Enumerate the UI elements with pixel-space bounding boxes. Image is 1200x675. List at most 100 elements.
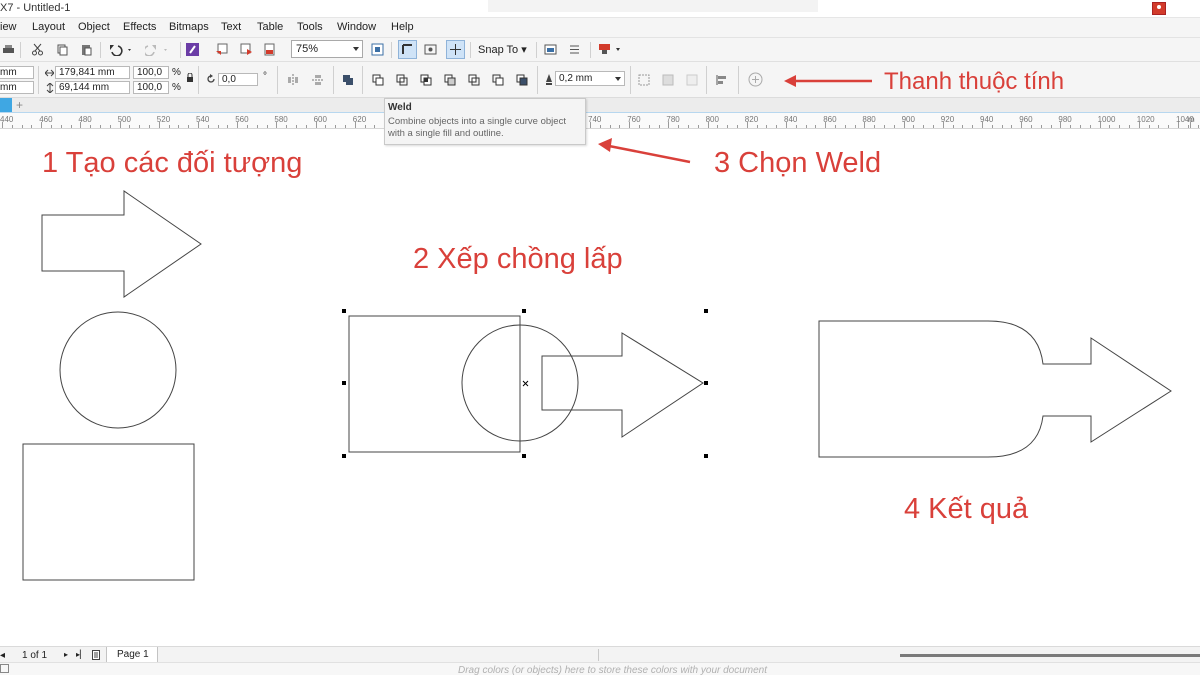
last-page-icon[interactable]: ▸▏ xyxy=(76,650,86,659)
redo-icon[interactable] xyxy=(145,43,171,56)
ruler-tick xyxy=(335,125,337,128)
menu-bitmaps[interactable]: Bitmaps xyxy=(169,21,209,33)
quick-customize-icon[interactable] xyxy=(686,74,698,86)
print-icon[interactable] xyxy=(2,43,15,56)
lock-ratio-icon[interactable] xyxy=(186,73,194,83)
outline-pen-icon xyxy=(546,74,552,85)
snap-to-button[interactable]: Snap To ▾ xyxy=(478,43,527,56)
back-minus-front-icon[interactable] xyxy=(492,74,504,86)
ruler-tick xyxy=(158,122,160,128)
overlap-rectangle[interactable] xyxy=(348,315,521,453)
menu-table[interactable]: Table xyxy=(257,21,283,33)
ruler-tick xyxy=(1070,125,1072,128)
menu-view[interactable]: iew xyxy=(0,21,17,33)
combine-icon[interactable] xyxy=(342,74,354,86)
no-color-swatch[interactable] xyxy=(0,664,9,673)
x-position-field[interactable]: mm xyxy=(0,66,34,79)
rectangle-shape[interactable] xyxy=(22,443,195,581)
outline-width-select[interactable]: 0,2 mm xyxy=(555,71,625,86)
ruler-tick xyxy=(952,125,954,128)
menu-object[interactable]: Object xyxy=(78,21,110,33)
welded-shape[interactable] xyxy=(818,320,1172,458)
application-launcher-icon[interactable] xyxy=(598,43,624,56)
tooltip-title: Weld xyxy=(388,102,412,113)
ruler-tick xyxy=(1138,122,1140,128)
mirror-horizontal-icon[interactable] xyxy=(287,74,299,86)
simplify-icon[interactable] xyxy=(444,74,456,86)
ruler-tick xyxy=(874,125,876,128)
menu-text[interactable]: Text xyxy=(221,21,241,33)
trim-icon[interactable] xyxy=(396,74,408,86)
ruler-tick xyxy=(266,125,268,128)
menu-layout[interactable]: Layout xyxy=(32,21,65,33)
first-page-icon[interactable]: ◂ xyxy=(0,650,5,661)
rotation-angle-field[interactable]: 0,0 xyxy=(218,73,258,86)
toolbar-separator xyxy=(590,42,591,58)
show-grid-icon[interactable] xyxy=(424,43,437,56)
height-field[interactable]: 69,144 mm xyxy=(55,81,130,94)
import-icon[interactable] xyxy=(215,43,228,56)
ruler-tick xyxy=(629,122,631,128)
intersect-icon[interactable] xyxy=(420,74,432,86)
show-guidelines-button[interactable] xyxy=(446,40,465,59)
ruler-tick xyxy=(658,125,660,128)
copy-icon[interactable] xyxy=(56,43,69,56)
propbar-separator xyxy=(277,66,278,94)
add-page-icon[interactable] xyxy=(92,650,100,660)
arrow-shape[interactable] xyxy=(41,190,202,298)
menu-help[interactable]: Help xyxy=(391,21,414,33)
wrap-text-icon[interactable] xyxy=(662,74,674,86)
add-icon[interactable] xyxy=(748,72,763,87)
menu-window[interactable]: Window xyxy=(337,21,376,33)
front-minus-back-icon[interactable] xyxy=(468,74,480,86)
options-icon[interactable] xyxy=(568,43,581,56)
full-screen-preview-icon[interactable] xyxy=(371,43,384,56)
scale-width-value: 100,0 xyxy=(137,67,163,78)
zoom-level-select[interactable]: 75% xyxy=(291,40,363,58)
page-tab-1[interactable]: Page 1 xyxy=(106,647,158,663)
ruler-tick xyxy=(746,122,748,128)
undo-icon[interactable] xyxy=(108,43,134,56)
ruler-tick xyxy=(884,125,885,128)
convert-to-curves-icon[interactable] xyxy=(638,74,650,86)
width-field[interactable]: 179,841 mm xyxy=(55,66,130,79)
document-palette[interactable]: Drag colors (or objects) here to store t… xyxy=(0,662,1200,675)
align-distribute-icon[interactable] xyxy=(716,74,728,86)
show-rulers-button[interactable] xyxy=(398,40,417,59)
ruler-tick xyxy=(590,122,591,128)
horizontal-scrollbar[interactable] xyxy=(900,654,1200,657)
circle-shape[interactable] xyxy=(59,311,177,429)
ruler-tick xyxy=(962,125,964,128)
next-page-icon[interactable]: ▸ xyxy=(64,650,68,659)
ruler-tick xyxy=(51,125,52,128)
scale-height-field[interactable]: 100,0 xyxy=(133,81,169,94)
welcome-screen-icon[interactable] xyxy=(544,43,557,56)
y-position-field[interactable]: mm xyxy=(0,81,34,94)
horizontal-ruler[interactable]: 4404604805005205405605806006206406606807… xyxy=(0,112,1200,129)
ruler-tick xyxy=(991,125,993,128)
width-icon xyxy=(45,69,54,77)
publish-pdf-icon[interactable] xyxy=(263,43,276,56)
ruler-tick xyxy=(815,125,817,128)
search-content-icon[interactable] xyxy=(186,43,199,56)
cut-icon[interactable] xyxy=(31,43,44,56)
add-tab-icon[interactable]: + xyxy=(16,98,23,112)
paste-icon[interactable] xyxy=(80,43,93,56)
selection-handles[interactable] xyxy=(342,309,708,458)
ruler-tick xyxy=(1109,125,1111,128)
menu-tools[interactable]: Tools xyxy=(297,21,323,33)
drawing-canvas[interactable]: 1 Tạo các đối tượng 2 Xếp chồng lấp 3 Ch… xyxy=(0,129,1200,646)
menu-effects[interactable]: Effects xyxy=(123,21,156,33)
user-account-icon[interactable] xyxy=(1152,2,1166,15)
ruler-tick xyxy=(756,125,758,128)
scale-width-field[interactable]: 100,0 xyxy=(133,66,169,79)
weld-icon[interactable] xyxy=(372,74,384,86)
toolbar-separator xyxy=(180,42,181,58)
export-icon[interactable] xyxy=(240,43,253,56)
ruler-tick xyxy=(609,125,611,128)
ruler-tick xyxy=(227,125,229,128)
tab-untitled-1[interactable] xyxy=(0,98,12,112)
toolbar-separator xyxy=(20,42,21,58)
create-boundary-icon[interactable] xyxy=(516,74,528,86)
mirror-vertical-icon[interactable] xyxy=(312,74,324,86)
